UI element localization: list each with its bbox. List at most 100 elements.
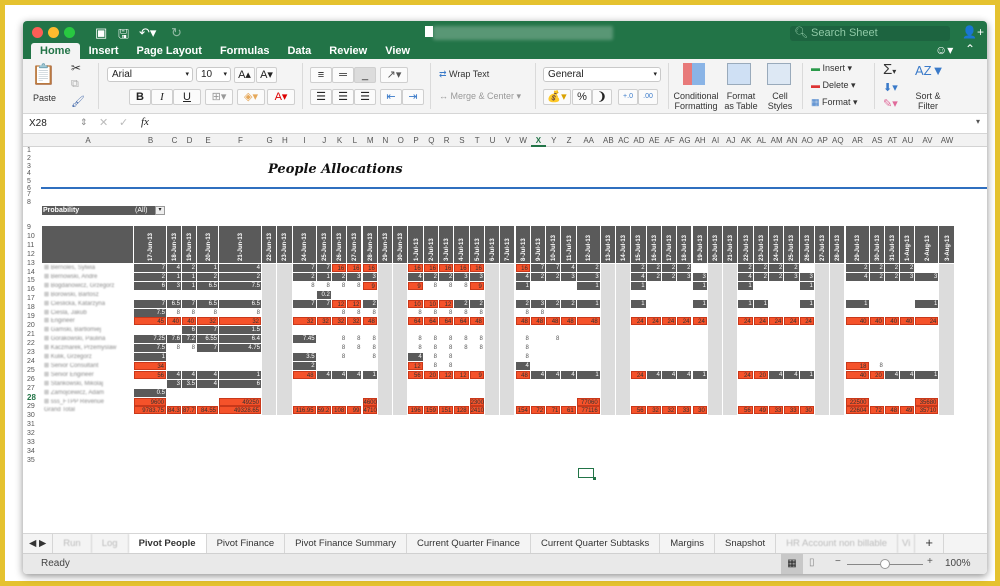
pivot-cell[interactable]: 6 — [182, 326, 196, 335]
pivot-cell[interactable]: 2 — [530, 272, 546, 281]
pivot-cell[interactable]: 8 — [347, 344, 361, 352]
conditional-formatting-icon[interactable] — [683, 63, 705, 85]
pivot-cell[interactable]: 24 — [738, 317, 753, 326]
pivot-cell[interactable]: 3 — [347, 272, 362, 281]
pivot-cell[interactable]: 1 — [692, 299, 707, 308]
accounting-format-button[interactable]: 💰▾ — [543, 89, 571, 105]
pivot-cell[interactable]: 7 — [197, 344, 218, 353]
date-header[interactable]: 27-Jul-13 — [814, 226, 830, 263]
pivot-cell[interactable]: 7 — [292, 299, 316, 308]
pivot-cell[interactable]: 8 — [516, 335, 530, 343]
pivot-cell[interactable]: 48 — [362, 317, 377, 326]
increase-indent-button[interactable]: ⇥ — [402, 89, 424, 105]
date-header[interactable]: 20-Jul-13 — [707, 226, 723, 263]
date-header[interactable]: 31-Jul-13 — [884, 226, 900, 263]
format-painter-icon[interactable]: 🖌 — [71, 95, 85, 108]
pivot-cell[interactable]: 0.2 — [316, 290, 331, 299]
pivot-cell[interactable]: 24 — [646, 317, 661, 326]
pivot-cell[interactable]: 4 — [561, 370, 576, 379]
pivot-cell[interactable]: 32 — [292, 317, 316, 326]
name-box[interactable]: X28 — [29, 118, 47, 129]
date-header[interactable]: 10-Jul-13 — [546, 226, 561, 263]
pivot-cell[interactable]: 8 — [470, 344, 484, 352]
pivot-row-label[interactable]: ⊞ Bogdanowicz, Grzegorz — [42, 282, 134, 291]
column-header-AU[interactable]: AU — [900, 136, 915, 145]
column-header-M[interactable]: M — [363, 136, 378, 145]
name-box-stepper-icon[interactable]: ⇕ — [80, 117, 88, 128]
column-header-AB[interactable]: AB — [601, 136, 616, 145]
align-top-button[interactable]: ≡ — [310, 67, 332, 83]
pivot-cell[interactable]: 7.2 — [182, 335, 196, 344]
column-header-A[interactable]: A — [42, 136, 134, 145]
pivot-cell[interactable]: 4 — [769, 370, 784, 379]
column-header-AJ[interactable]: AJ — [723, 136, 738, 145]
pivot-cell[interactable]: 4 — [219, 264, 261, 272]
pivot-cell[interactable]: 8 — [470, 335, 484, 343]
increase-decimal-button[interactable]: +.0 — [618, 89, 638, 105]
date-header[interactable]: 30-Jul-13 — [869, 226, 884, 263]
sort-filter-icon[interactable]: AZ▼ — [915, 63, 944, 78]
column-header-S[interactable]: S — [454, 136, 469, 145]
expand-formula-bar-icon[interactable]: ▾ — [976, 117, 980, 126]
row-header-16[interactable]: 16 — [27, 286, 35, 293]
pivot-cell[interactable]: 6.55 — [197, 335, 218, 344]
pivot-row-label[interactable]: ⊞ Ciesla, Jakub — [42, 309, 134, 318]
pivot-cell[interactable]: 7.25 — [134, 335, 166, 344]
row-header-9[interactable]: 9 — [27, 224, 31, 231]
pivot-cell[interactable]: 2 — [784, 264, 799, 272]
pivot-cell[interactable]: 0.5 — [134, 388, 166, 397]
pivot-cell[interactable]: 6.5 — [219, 299, 261, 308]
pivot-cell[interactable]: 8 — [470, 309, 484, 317]
sheet-tab-pivot-people[interactable]: Pivot People — [128, 534, 207, 553]
pivot-cell[interactable]: 49250 — [219, 397, 261, 406]
row-header-35[interactable]: 35 — [27, 457, 35, 464]
pivot-cell[interactable]: 61 — [561, 406, 576, 415]
pivot-cell[interactable]: 48 — [576, 317, 600, 326]
pivot-cell[interactable]: 8 — [363, 344, 377, 352]
pivot-cell[interactable]: 1 — [134, 353, 166, 361]
selected-cell-X28[interactable] — [578, 468, 596, 480]
tab-page-layout[interactable]: Page Layout — [128, 43, 211, 59]
pivot-cell[interactable]: 2 — [134, 272, 166, 281]
pivot-cell[interactable]: 8 — [182, 309, 196, 317]
pivot-cell[interactable]: 4 — [784, 370, 799, 379]
column-header-G[interactable]: G — [262, 136, 277, 145]
date-header[interactable]: 3-Jul-13 — [439, 226, 454, 263]
pivot-cell[interactable]: 8 — [439, 309, 453, 317]
search-sheet-input[interactable]: 🔍︎ Search Sheet — [790, 26, 950, 41]
column-header-AV[interactable]: AV — [915, 136, 939, 145]
pivot-cell[interactable]: 2 — [753, 272, 768, 281]
pivot-cell[interactable]: 8 — [332, 282, 346, 290]
pivot-cell[interactable]: 4710 — [362, 406, 377, 415]
date-header[interactable]: 23-Jul-13 — [753, 226, 768, 263]
pivot-cell[interactable]: 3 — [469, 272, 484, 281]
pivot-cell[interactable]: 16 — [439, 264, 454, 272]
fill-icon[interactable]: ⬇▾ — [883, 81, 898, 94]
pivot-cell[interactable]: 8 — [870, 362, 884, 370]
pivot-cell[interactable]: 20 — [423, 370, 438, 379]
date-header[interactable]: 6-Jul-13 — [484, 226, 500, 263]
pivot-cell[interactable]: 8 — [293, 282, 316, 290]
pivot-cell[interactable]: 3 — [362, 272, 377, 281]
date-header[interactable]: 1-Jul-13 — [408, 226, 423, 263]
column-header-AM[interactable]: AM — [769, 136, 784, 145]
close-window-button[interactable] — [32, 27, 43, 38]
pivot-cell[interactable]: 2 — [182, 264, 196, 272]
row-header-28[interactable]: 28 — [27, 393, 36, 402]
pivot-cell[interactable]: 8 — [516, 344, 530, 352]
column-header-N[interactable]: N — [378, 136, 393, 145]
pivot-cell[interactable]: 4 — [167, 264, 181, 272]
date-header[interactable]: 3-Aug-13 — [939, 226, 954, 263]
pivot-cell[interactable]: 7.5 — [134, 308, 166, 317]
pivot-cell[interactable]: 2 — [884, 264, 900, 272]
pivot-row-label[interactable]: ⊞ Senior Engineer — [42, 371, 134, 380]
pivot-cell[interactable]: 2 — [423, 272, 438, 281]
column-header-R[interactable]: R — [439, 136, 454, 145]
pivot-cell[interactable]: 4 — [631, 272, 646, 281]
column-header-AN[interactable]: AN — [784, 136, 799, 145]
row-header-15[interactable]: 15 — [27, 277, 35, 284]
pivot-cell[interactable]: 2 — [631, 264, 646, 272]
pivot-cell[interactable]: 4 — [646, 370, 661, 379]
pivot-cell[interactable]: 7 — [292, 264, 316, 272]
date-header[interactable]: 21-Jul-13 — [723, 226, 738, 263]
